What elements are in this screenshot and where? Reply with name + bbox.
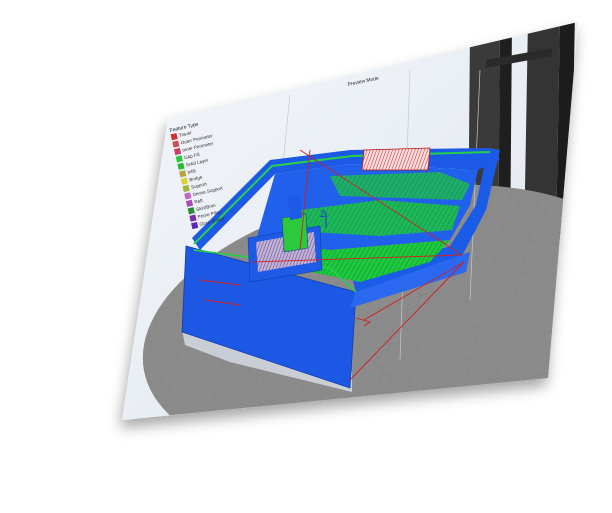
skewed-screenshot-photo: Z Preview Mode Feature Type TravelOuter … xyxy=(100,0,612,503)
viewport-3d[interactable]: Z Preview Mode Feature Type TravelOuter … xyxy=(100,0,612,503)
z-axis-label: Z xyxy=(320,209,326,219)
